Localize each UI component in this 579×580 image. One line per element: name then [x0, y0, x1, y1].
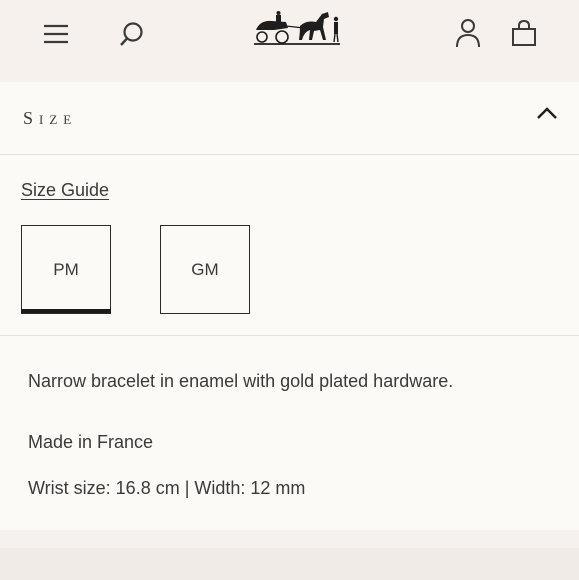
- account-button[interactable]: [452, 16, 484, 50]
- selected-size-indicator: [21, 309, 111, 313]
- divider: [0, 154, 579, 155]
- top-navigation-bar: [0, 0, 579, 76]
- next-section-strip: [0, 548, 579, 580]
- search-icon: [120, 22, 143, 46]
- horse-carriage-logo[interactable]: [252, 6, 342, 48]
- product-page: Size Size Guide PM GM Narrow bracelet in…: [0, 0, 579, 580]
- shopping-bag-icon: [512, 19, 536, 46]
- menu-button[interactable]: [40, 18, 72, 50]
- product-description: Narrow bracelet in enamel with gold plat…: [28, 371, 454, 391]
- product-origin: Made in France: [28, 432, 154, 452]
- divider: [0, 335, 579, 336]
- product-dimensions: Wrist size: 16.8 cm | Width: 12 mm: [28, 478, 306, 498]
- person-icon: [456, 19, 480, 48]
- shopping-bag-button[interactable]: [508, 16, 540, 50]
- size-option-label: PM: [53, 259, 79, 279]
- size-guide-link[interactable]: Size Guide: [21, 180, 109, 201]
- size-option-pm[interactable]: PM: [21, 225, 111, 314]
- size-accordion-header[interactable]: Size: [0, 82, 579, 154]
- size-section-title: Size: [23, 108, 78, 128]
- search-button[interactable]: [116, 18, 148, 50]
- size-option-gm[interactable]: GM: [160, 225, 250, 314]
- size-option-label: GM: [191, 259, 219, 279]
- chevron-up-icon[interactable]: [536, 106, 558, 120]
- size-accordion-panel: Size Size Guide PM GM Narrow bracelet in…: [0, 82, 579, 530]
- hamburger-icon: [44, 24, 68, 44]
